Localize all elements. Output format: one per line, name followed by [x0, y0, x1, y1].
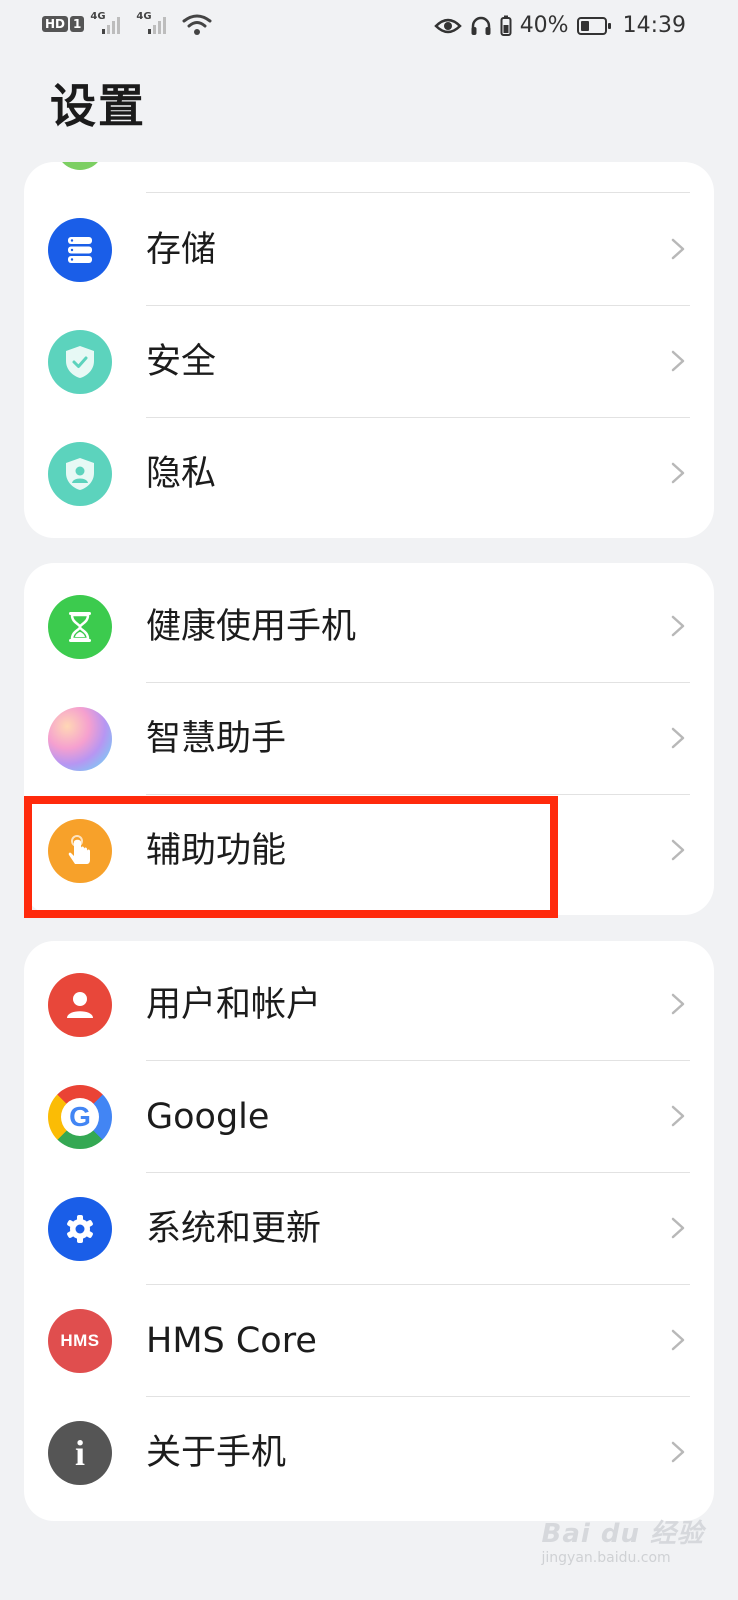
info-icon-text: i	[74, 1433, 85, 1473]
user-icon	[48, 973, 112, 1037]
settings-item-label: 智慧助手	[146, 719, 287, 759]
chevron-right-icon	[671, 462, 685, 484]
settings-item-privacy[interactable]: 隐私	[24, 418, 714, 530]
settings-item-digital-balance[interactable]: 健康使用手机	[24, 571, 714, 683]
watermark-text: Bai du 经验	[541, 1519, 704, 1549]
accessibility-hand-icon	[48, 819, 112, 883]
settings-item-label: HMS Core	[146, 1321, 317, 1361]
hourglass-icon	[48, 595, 112, 659]
hms-icon-text: HMS	[60, 1331, 100, 1350]
info-icon: i	[48, 1421, 112, 1485]
settings-item-label: Google	[146, 1097, 270, 1137]
chevron-right-icon	[671, 727, 685, 749]
settings-item-label: 辅助功能	[146, 831, 287, 871]
settings-item-about-phone[interactable]: i 关于手机	[24, 1397, 714, 1509]
status-bar: HD 1 4G 4G 40% 14:39	[0, 0, 738, 54]
chevron-right-icon	[671, 1217, 685, 1239]
battery-icon	[576, 17, 611, 35]
chevron-right-icon	[671, 1441, 685, 1463]
settings-item-label: 安全	[146, 342, 217, 382]
settings-item-hms-core[interactable]: HMS HMS Core	[24, 1285, 714, 1397]
clock: 14:39	[622, 13, 686, 38]
chevron-right-icon	[671, 839, 685, 861]
settings-item-label: 系统和更新	[146, 1209, 322, 1249]
settings-item-system-update[interactable]: 系统和更新	[24, 1173, 714, 1285]
chevron-right-icon	[671, 1329, 685, 1351]
chevron-right-icon	[671, 238, 685, 260]
wifi-icon	[182, 14, 212, 35]
status-right: 40% 14:39	[433, 12, 686, 40]
chevron-right-icon	[671, 993, 685, 1015]
battery-percent: 40%	[519, 13, 569, 38]
status-left: HD 1 4G 4G	[42, 12, 212, 36]
settings-item-users-accounts[interactable]: 用户和帐户	[24, 949, 714, 1061]
page-title: 设置	[50, 79, 146, 133]
assistant-orb-icon	[48, 707, 112, 771]
settings-item-label: 关于手机	[146, 1433, 287, 1473]
settings-item-label: 健康使用手机	[146, 607, 357, 647]
storage-icon	[48, 218, 112, 282]
settings-item-smart-assistant[interactable]: 智慧助手	[24, 683, 714, 795]
partial-row-divider	[146, 192, 690, 193]
watermark-sub: jingyan.baidu.com	[541, 1550, 671, 1566]
hd-label: HD	[42, 16, 69, 32]
settings-item-google[interactable]: G Google	[24, 1061, 714, 1173]
security-shield-icon	[48, 330, 112, 394]
partial-row-icon	[56, 162, 104, 170]
battery-small-icon	[500, 15, 512, 36]
google-icon: G	[48, 1085, 112, 1149]
gear-icon	[48, 1197, 112, 1261]
settings-item-label: 隐私	[146, 454, 217, 494]
headphones-icon	[471, 16, 491, 35]
hd-indicator: HD 1	[42, 16, 85, 32]
settings-group-1: 存储 安全 隐私	[24, 162, 714, 538]
signal-icon: 4G	[90, 12, 130, 36]
chevron-right-icon	[671, 615, 685, 637]
watermark: Bai du 经验 jingyan.baidu.com	[542, 1513, 705, 1566]
settings-group-2: 健康使用手机 智慧助手 辅助功能	[24, 563, 714, 915]
settings-group-3: 用户和帐户 G Google 系统和更新 HMS HMS Core i 关于手机	[24, 941, 714, 1521]
chevron-right-icon	[671, 1105, 685, 1127]
settings-item-label: 存储	[146, 230, 217, 270]
settings-item-accessibility[interactable]: 辅助功能	[24, 795, 714, 907]
sim-label: 1	[70, 16, 85, 32]
privacy-shield-icon	[48, 442, 112, 506]
signal-icon: 4G	[136, 12, 176, 36]
eye-icon	[433, 18, 462, 34]
chevron-right-icon	[671, 350, 685, 372]
settings-item-storage[interactable]: 存储	[24, 194, 714, 306]
settings-item-security[interactable]: 安全	[24, 306, 714, 418]
hms-icon: HMS	[48, 1309, 112, 1373]
settings-item-label: 用户和帐户	[146, 985, 322, 1025]
